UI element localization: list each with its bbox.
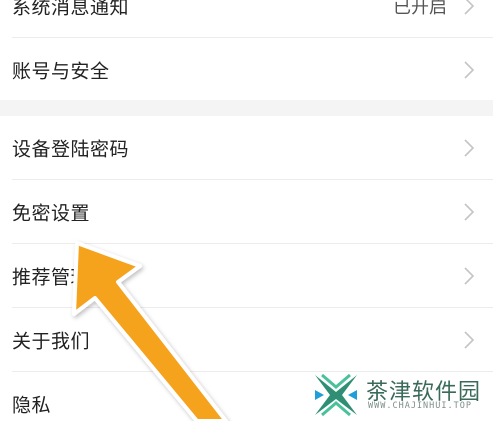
watermark: 茶津软件园 WWW.CHAJINHUI.TOP <box>312 372 493 420</box>
chevron-right-icon <box>464 203 475 221</box>
row-value: 已开启 <box>393 0 447 18</box>
section-gap <box>0 100 493 116</box>
chevron-right-icon <box>464 139 475 157</box>
chevron-right-icon <box>464 267 475 285</box>
chevron-right-icon <box>464 331 475 349</box>
watermark-logo-icon <box>315 373 357 417</box>
watermark-url: WWW.CHAJINHUI.TOP <box>368 401 472 411</box>
row-label: 设备登陆密码 <box>12 138 130 161</box>
settings-row-account-security[interactable]: 账号与安全 <box>0 38 493 102</box>
chevron-right-icon <box>464 0 475 15</box>
row-label: 系统消息通知 <box>12 0 130 19</box>
row-label: 账号与安全 <box>12 60 110 83</box>
settings-row-password-free[interactable]: 免密设置 <box>0 180 493 244</box>
row-label: 免密设置 <box>12 202 91 225</box>
settings-row-recommendation[interactable]: 推荐管理 <box>0 244 493 308</box>
row-label: 隐私 <box>12 394 52 417</box>
row-label: 推荐管理 <box>12 266 91 289</box>
settings-row-about-us[interactable]: 关于我们 <box>0 308 493 372</box>
chevron-right-icon <box>464 61 475 79</box>
settings-row-device-password[interactable]: 设备登陆密码 <box>0 116 493 180</box>
settings-row-notifications[interactable]: 系统消息通知 已开启 <box>0 0 493 38</box>
row-label: 关于我们 <box>12 330 91 353</box>
